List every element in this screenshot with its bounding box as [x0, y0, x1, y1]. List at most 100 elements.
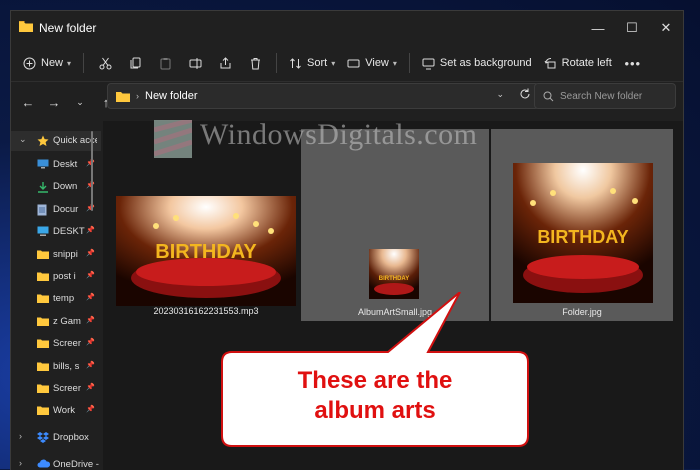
- rename-button[interactable]: [180, 49, 210, 77]
- rotate-left-label: Rotate left: [561, 57, 612, 69]
- pin-icon[interactable]: 📌: [86, 316, 95, 324]
- set-as-background-button[interactable]: Set as background: [416, 49, 538, 77]
- sidebar-scrollbar[interactable]: [91, 131, 93, 211]
- cut-button[interactable]: [90, 49, 120, 77]
- navigation-pane: ⌄ Quick acce Deskt📌Down📌Docur📌DESKT📌snip…: [11, 121, 103, 470]
- sidebar-item-label: Deskt: [53, 159, 78, 170]
- new-label: New: [41, 57, 64, 69]
- forward-button[interactable]: →: [41, 88, 67, 116]
- sidebar-item-label: z Gam: [53, 315, 81, 327]
- title-bar: New folder — ☐ ✕: [11, 11, 683, 45]
- new-button[interactable]: New ▾: [17, 49, 77, 77]
- search-input[interactable]: Search New folder: [534, 83, 676, 109]
- delete-button[interactable]: [240, 49, 270, 77]
- recent-locations-button[interactable]: ⌄: [67, 88, 93, 116]
- cake-candle-text: BIRTHDAY: [155, 241, 257, 263]
- desktop-background-icon: [422, 58, 435, 69]
- sidebar-item[interactable]: Down📌: [11, 177, 101, 197]
- folder-icon: [19, 19, 33, 37]
- sidebar-item[interactable]: post i 📌: [11, 267, 101, 287]
- sidebar-item[interactable]: z Gam 📌: [11, 312, 101, 332]
- watermark-text: WindowsDigitals.com: [200, 118, 478, 151]
- window-title: New folder: [39, 21, 97, 35]
- sidebar-item-dropbox[interactable]: › Dropbox: [11, 428, 101, 448]
- chevron-right-icon[interactable]: ›: [19, 431, 22, 441]
- sidebar-item[interactable]: Docur📌: [11, 200, 101, 220]
- pin-icon[interactable]: 📌: [86, 361, 95, 369]
- address-dropdown-icon[interactable]: ⌄: [496, 89, 504, 100]
- callout-bubble: These are the album arts: [220, 292, 530, 447]
- pin-icon[interactable]: 📌: [86, 338, 95, 346]
- download-icon: [37, 181, 49, 196]
- folder-icon: [37, 338, 49, 351]
- star-icon: [37, 135, 49, 150]
- pin-icon[interactable]: 📌: [86, 226, 95, 234]
- folder-icon: [37, 383, 49, 396]
- pin-icon[interactable]: 📌: [86, 249, 95, 257]
- sort-icon: [290, 57, 301, 69]
- sidebar-item[interactable]: DESKT 📌: [11, 222, 101, 242]
- sidebar-item[interactable]: Deskt📌: [11, 155, 101, 175]
- refresh-icon: [520, 88, 530, 99]
- rotate-left-button[interactable]: Rotate left: [538, 49, 618, 77]
- sidebar-item-quick-access[interactable]: ⌄ Quick acce: [11, 131, 101, 151]
- folder-icon: [37, 405, 49, 418]
- cake-candle-text: BIRTHDAY: [537, 227, 628, 247]
- sidebar-item[interactable]: snippi 📌: [11, 245, 101, 265]
- sidebar-item-label: Docur: [53, 203, 79, 215]
- more-options-button[interactable]: •••: [618, 49, 648, 77]
- refresh-button[interactable]: [518, 87, 532, 106]
- watermark-logo-icon: [154, 120, 192, 158]
- clipboard-icon: [160, 57, 171, 69]
- sidebar-item-label: Dropbox: [53, 432, 89, 443]
- divider: [408, 53, 410, 73]
- paste-button[interactable]: [150, 49, 180, 77]
- scissors-icon: [99, 57, 112, 69]
- sidebar-item[interactable]: Screer 📌: [11, 334, 101, 354]
- sort-button[interactable]: Sort ▾: [283, 49, 341, 77]
- back-button[interactable]: ←: [15, 88, 41, 116]
- view-button[interactable]: View ▾: [341, 49, 403, 77]
- maximize-button[interactable]: ☐: [615, 11, 649, 45]
- sidebar-item-onedrive[interactable]: › OneDrive -: [11, 455, 101, 470]
- chevron-down-icon: ▾: [392, 58, 397, 68]
- more-icon: •••: [624, 55, 642, 71]
- callout-text: These are the album arts: [220, 366, 530, 426]
- command-bar: New ▾ Sort ▾ View ▾ Set as background Ro…: [11, 45, 683, 82]
- sidebar-item-label: DESKT: [53, 226, 85, 238]
- search-icon: [543, 91, 554, 101]
- sidebar-item[interactable]: bills, s 📌: [11, 357, 101, 377]
- set-as-background-label: Set as background: [439, 57, 532, 69]
- close-button[interactable]: ✕: [649, 11, 683, 45]
- pin-icon[interactable]: 📌: [86, 293, 95, 301]
- plus-circle-icon: [23, 57, 36, 69]
- pin-icon[interactable]: 📌: [86, 405, 95, 413]
- sidebar-item-label: post i: [53, 271, 76, 282]
- share-icon: [220, 56, 231, 68]
- sidebar-item-label: Work: [53, 405, 75, 417]
- sidebar-item[interactable]: Screer 📌: [11, 379, 101, 399]
- chevron-right-icon[interactable]: ›: [19, 458, 22, 468]
- folder-icon: [37, 249, 49, 262]
- address-bar[interactable]: › New folder ⌄: [107, 83, 539, 109]
- pin-icon[interactable]: 📌: [86, 383, 95, 391]
- trash-icon: [250, 57, 260, 69]
- sort-label: Sort: [307, 57, 328, 69]
- cake-thumbnail-image: BIRTHDAY: [116, 196, 296, 306]
- desktop-icon: [37, 159, 49, 172]
- sidebar-item-label: OneDrive -: [53, 459, 99, 470]
- chevron-down-icon: ▾: [67, 58, 72, 68]
- pin-icon[interactable]: 📌: [86, 271, 95, 279]
- sidebar-item-label: Screer: [53, 383, 81, 394]
- chevron-down-icon[interactable]: ⌄: [19, 134, 27, 145]
- copy-icon: [130, 57, 141, 68]
- copy-button[interactable]: [120, 49, 150, 77]
- minimize-button[interactable]: —: [581, 11, 615, 45]
- computer-icon: [37, 226, 49, 240]
- view-label: View: [365, 57, 389, 69]
- share-button[interactable]: [210, 49, 240, 77]
- sidebar-item[interactable]: temp 📌: [11, 289, 101, 309]
- cloud-icon: [37, 459, 51, 470]
- sidebar-item[interactable]: Work 📌: [11, 401, 101, 421]
- sidebar-item-label: Screer: [53, 338, 81, 350]
